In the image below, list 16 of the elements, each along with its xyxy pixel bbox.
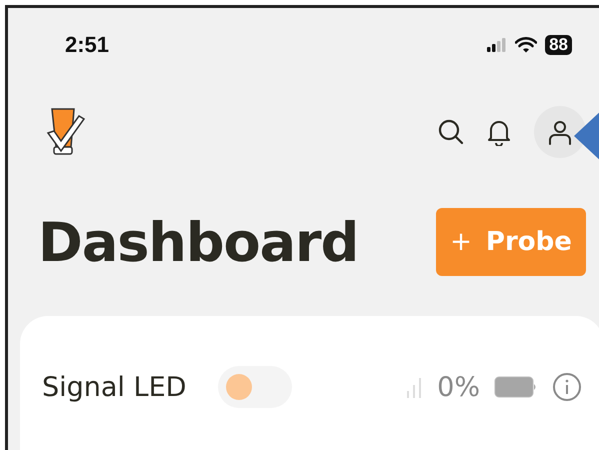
wifi-icon	[515, 37, 538, 53]
signal-strength-icon	[407, 376, 424, 398]
person-icon	[547, 119, 573, 145]
device-toggle[interactable]	[218, 366, 292, 408]
battery-icon	[494, 376, 538, 398]
battery-reading: 0%	[437, 372, 480, 402]
page-title: Dashboard	[38, 210, 358, 274]
battery-level: 88	[545, 35, 572, 55]
device-name: Signal LED	[42, 372, 186, 402]
status-time: 2:51	[65, 32, 110, 58]
beer-glass-check-logo	[46, 107, 86, 157]
info-icon[interactable]	[552, 372, 582, 402]
add-probe-button[interactable]: + Probe	[436, 208, 586, 276]
cellular-signal-icon	[487, 38, 508, 52]
search-icon[interactable]	[438, 119, 464, 145]
notification-bell-icon[interactable]	[486, 118, 512, 146]
